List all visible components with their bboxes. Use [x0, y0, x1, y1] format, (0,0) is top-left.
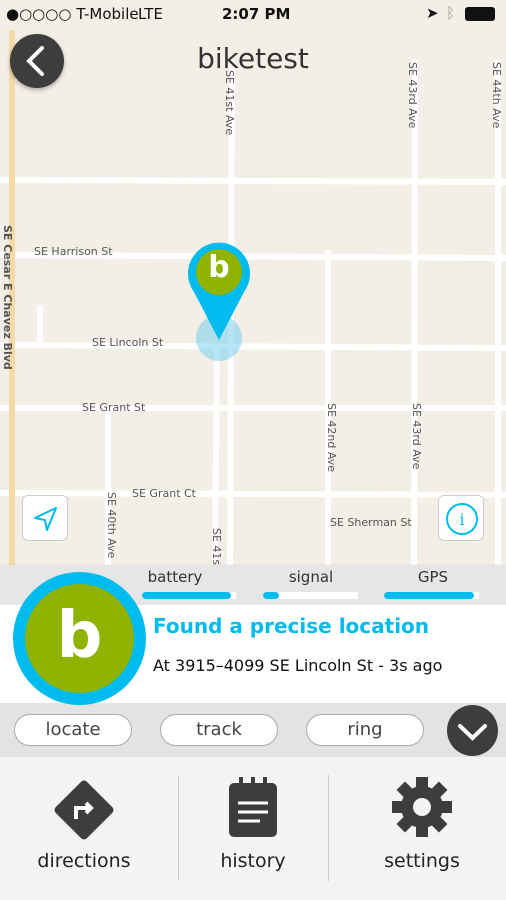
stat-battery-label: battery: [147, 568, 203, 586]
street-label: SE 41st: [210, 528, 223, 570]
divider: [328, 775, 329, 881]
location-arrow-icon: ➤: [426, 4, 439, 22]
info-icon: i: [446, 503, 478, 535]
street-label: SE Grant Ct: [132, 487, 196, 500]
location-address: At 3915–4099 SE Lincoln St - 3s ago: [153, 656, 443, 675]
action-bar: locate track ring: [0, 703, 506, 757]
recenter-button[interactable]: [22, 495, 68, 541]
bottom-nav: directions history settings: [0, 757, 506, 900]
ring-button[interactable]: ring: [306, 714, 424, 746]
street-label: SE Cesar E Chavez Blvd: [1, 225, 14, 370]
battery-icon: [465, 7, 495, 21]
svg-text:i: i: [459, 510, 464, 529]
track-button[interactable]: track: [160, 714, 278, 746]
street-label: SE 41st Ave: [223, 70, 236, 136]
stat-bar-fill: [142, 592, 232, 599]
info-button[interactable]: i: [438, 495, 484, 541]
stat-signal-label: signal: [288, 568, 334, 586]
stat-gps-label: GPS: [417, 568, 449, 586]
battery-bar: [142, 592, 236, 599]
map[interactable]: SE Harrison St SE Lincoln St SE Grant St…: [0, 0, 506, 569]
stat-bar-fill: [384, 592, 475, 599]
street-label: SE 40th Ave: [105, 492, 118, 559]
directions-icon: [54, 780, 114, 840]
time: 2:07 PM: [222, 5, 291, 23]
street-label: SE Lincoln St: [92, 336, 164, 349]
network: LTE: [138, 5, 163, 23]
device-avatar: b: [13, 572, 146, 705]
nav-settings[interactable]: settings: [338, 757, 506, 900]
device-marker[interactable]: b: [188, 242, 250, 342]
street-label: SE Harrison St: [34, 245, 113, 258]
stat-bar-fill: [263, 592, 280, 599]
signal-bar: [263, 592, 358, 599]
gear-icon: [392, 777, 452, 837]
chevron-down-icon: [458, 724, 487, 741]
status-bar: ●○○○○ T-Mobile LTE 2:07 PM ➤ ᛒ: [0, 0, 506, 30]
clipboard-icon: [229, 777, 277, 837]
nav-directions[interactable]: directions: [0, 757, 168, 900]
bluetooth-icon: ᛒ: [446, 4, 456, 22]
street-label: SE 43rd Ave: [410, 403, 423, 470]
navigation-arrow-icon: [34, 507, 57, 531]
page-title: biketest: [197, 42, 309, 75]
street-label: SE 42nd Ave: [325, 403, 338, 473]
gps-bar: [384, 592, 479, 599]
street-label: SE Sherman St: [330, 516, 412, 529]
locate-button[interactable]: locate: [14, 714, 132, 746]
location-status: Found a precise location: [153, 614, 430, 638]
nav-history[interactable]: history: [169, 757, 337, 900]
collapse-button[interactable]: [447, 705, 498, 756]
map-roads: [0, 30, 506, 565]
street-label: SE Grant St: [82, 401, 146, 414]
carrier: ●○○○○ T-Mobile: [6, 5, 139, 23]
